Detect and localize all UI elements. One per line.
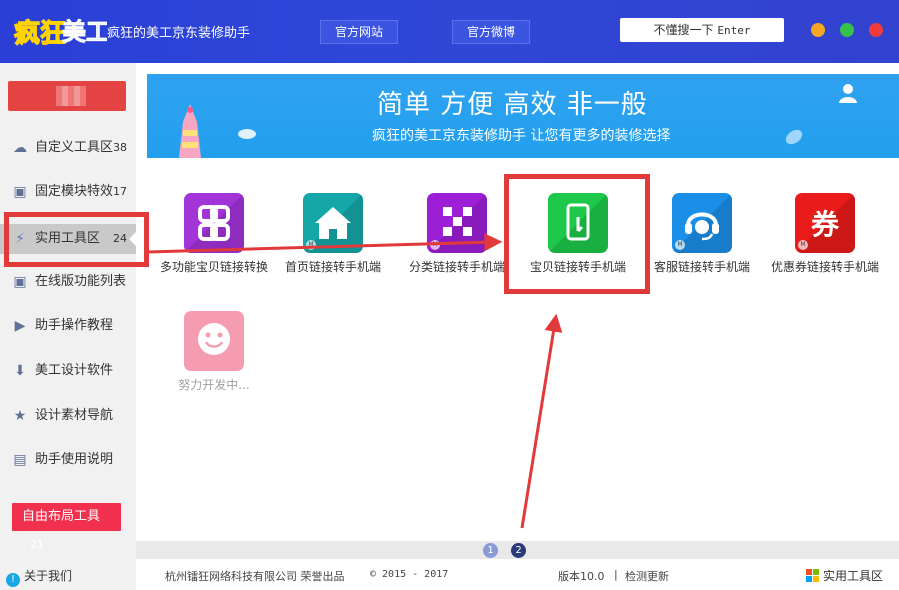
tool-name: 多功能宝贝链接转换	[159, 260, 268, 274]
official-site-button[interactable]: 官方网站	[320, 20, 399, 44]
user-icon[interactable]	[837, 82, 859, 104]
sidebar-item-online-features[interactable]: ▣ 在线版功能列表	[0, 267, 136, 297]
cloud-download-icon: ⬇	[14, 363, 26, 379]
search-hint: 不懂搜一下	[653, 23, 714, 37]
tool-multi-link-convert[interactable]: 多功能宝贝链接转换	[154, 193, 274, 293]
sidebar-item-fixed-modules[interactable]: ▣ 固定模块特效 17	[0, 177, 136, 207]
chain-link-icon	[184, 193, 244, 253]
active-indicator	[129, 231, 137, 247]
minimize-button[interactable]	[811, 23, 825, 37]
smartphone-icon	[548, 193, 608, 253]
sidebar-item-design-software[interactable]: ⬇ 美工设计软件	[0, 356, 136, 386]
tool-name: 宝贝链接转手机端	[529, 260, 626, 274]
about-us-link[interactable]: ! 关于我们	[6, 567, 72, 587]
svg-text:美工: 美工	[62, 18, 107, 46]
sidebar-item-count: 24	[113, 232, 127, 245]
footer-separator: |	[614, 568, 618, 581]
tool-coupon-link-mobile[interactable]: 券 M 优惠券链接转手机端	[765, 193, 885, 293]
m-badge-icon: M	[430, 240, 440, 250]
current-section-label: 实用工具区	[823, 569, 884, 583]
sidebar-item-custom-tools[interactable]: ☁ 自定义工具区 38	[0, 133, 136, 163]
page-1-button[interactable]: 1	[483, 543, 498, 558]
book-icon: ▤	[13, 452, 27, 468]
official-weibo-button[interactable]: 官方微博	[452, 20, 531, 44]
info-icon: !	[6, 573, 20, 587]
tool-name: 努力开发中...	[178, 378, 250, 392]
sidebar-item-label: 美工设计软件	[35, 363, 114, 378]
sidebar-item-label: 设计素材导航	[35, 408, 114, 423]
footer-copyright: © 2015 - 2017	[370, 569, 449, 580]
search-key-hint: Enter	[717, 24, 751, 37]
cube-icon: ▣	[13, 184, 27, 200]
footer-current-section: 实用工具区	[806, 567, 883, 584]
sidebar-item-label: 在线版功能列表	[35, 274, 127, 289]
title-bar: 疯狂 美工 疯狂的美工京东装修助手 官方网站 官方微博 不懂搜一下 Enter	[0, 0, 899, 63]
play-icon: ▶	[14, 318, 26, 334]
promo-banner: 简单 方便 高效 非一般 疯狂的美工京东装修助手 让您有更多的装修选择	[147, 74, 899, 158]
close-button[interactable]	[869, 23, 883, 37]
pager: 1 2	[136, 541, 899, 559]
category-grid-icon: M	[427, 193, 487, 253]
cube-icon: ▣	[13, 274, 27, 290]
sidebar-item-label: 助手操作教程	[35, 318, 114, 333]
svg-text:券: 券	[811, 208, 840, 241]
user-account-bar[interactable]	[8, 81, 126, 111]
sidebar-item-count: 17	[113, 185, 127, 198]
cloud-icon: ☁	[13, 140, 27, 156]
sidebar-item-label: 固定模块特效	[35, 184, 114, 199]
tool-in-development[interactable]: 努力开发中...	[154, 311, 274, 411]
free-layout-tool-button[interactable]: 自由布局工具 21	[12, 503, 121, 551]
star-icon: ★	[13, 408, 27, 424]
lightning-icon: ⚡	[15, 231, 25, 247]
app-title: 疯狂的美工京东装修助手	[107, 26, 251, 41]
m-badge-icon: M	[675, 240, 685, 250]
sidebar-item-material-nav[interactable]: ★ 设计素材导航	[0, 401, 136, 431]
smiley-icon	[184, 311, 244, 371]
footer-version: 版本10.0	[558, 570, 605, 583]
tool-homepage-link-mobile[interactable]: M 首页链接转手机端	[273, 193, 393, 293]
svg-text:疯狂: 疯狂	[14, 18, 66, 49]
tool-name: 首页链接转手机端	[284, 260, 381, 274]
tool-name: 优惠券链接转手机端	[770, 260, 879, 274]
sidebar-item-tutorials[interactable]: ▶ 助手操作教程	[0, 311, 136, 341]
about-label: 关于我们	[24, 569, 73, 583]
windows-icon	[806, 569, 819, 582]
sidebar-item-label: 助手使用说明	[35, 452, 114, 467]
tool-product-link-mobile[interactable]: 宝贝链接转手机端	[518, 193, 638, 293]
app-logo: 疯狂 美工	[12, 10, 110, 52]
headset-icon: M	[672, 193, 732, 253]
free-layout-label: 自由布局工具	[22, 509, 101, 524]
sidebar: ☁ 自定义工具区 38 ▣ 固定模块特效 17 ⚡ 实用工具区 24 ▣ 在线版…	[0, 63, 137, 590]
sidebar-item-label: 自定义工具区	[35, 140, 114, 155]
sidebar-item-help[interactable]: ▤ 助手使用说明	[0, 445, 136, 475]
tool-category-link-mobile[interactable]: M 分类链接转手机端	[397, 193, 517, 293]
m-badge-icon: M	[306, 240, 316, 250]
free-layout-count: 21	[30, 538, 44, 551]
blurred-username	[56, 86, 86, 106]
m-badge-icon: M	[798, 240, 808, 250]
coupon-icon: 券 M	[795, 193, 855, 253]
tool-name: 分类链接转手机端	[408, 260, 505, 274]
banner-title: 简单 方便 高效 非一般	[377, 90, 648, 120]
balloon-illustration	[179, 104, 201, 158]
banner-subtitle: 疯狂的美工京东装修助手 让您有更多的装修选择	[372, 128, 671, 144]
leaf-illustration	[785, 129, 803, 145]
page-2-button[interactable]: 2	[511, 543, 526, 558]
tool-name: 客服链接转手机端	[653, 260, 750, 274]
sidebar-item-utility-tools[interactable]: ⚡ 实用工具区 24	[0, 224, 137, 254]
search-box[interactable]: 不懂搜一下 Enter	[620, 18, 784, 42]
tool-customer-service-link-mobile[interactable]: M 客服链接转手机端	[642, 193, 762, 293]
house-icon: M	[303, 193, 363, 253]
sidebar-item-label: 实用工具区	[35, 231, 101, 246]
maximize-button[interactable]	[840, 23, 854, 37]
cloud-illustration	[238, 129, 256, 139]
footer-company: 杭州镭狂网络科技有限公司 荣誉出品	[165, 570, 345, 583]
sidebar-item-count: 38	[113, 141, 127, 154]
check-update-link[interactable]: 检测更新	[625, 568, 669, 584]
